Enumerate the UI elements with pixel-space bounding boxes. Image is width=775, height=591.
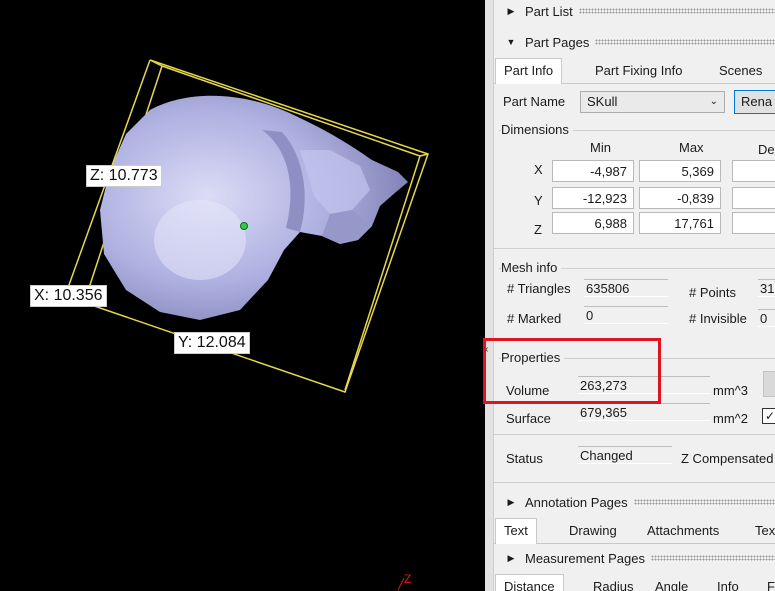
tab-part-info[interactable]: Part Info xyxy=(495,58,563,84)
dim-header-min: Min xyxy=(590,140,611,155)
tab-scenes[interactable]: Scenes xyxy=(711,59,770,83)
part-pages-title: Part Pages xyxy=(525,34,590,50)
dim-y-max: -0,839 xyxy=(639,187,721,209)
status-label: Status xyxy=(506,451,543,466)
dim-header-max: Max xyxy=(679,140,704,155)
axis-marker: Z xyxy=(404,572,411,586)
volume-action-button[interactable] xyxy=(763,371,775,397)
marked-value: 0 xyxy=(584,306,668,324)
part-list-header[interactable]: ▶ Part List xyxy=(493,0,775,22)
invisible-value: 0 xyxy=(758,309,775,327)
section-divider xyxy=(493,482,775,483)
dim-y-min: -12,923 xyxy=(552,187,634,209)
section-divider xyxy=(493,434,775,435)
dim-axis-y: Y xyxy=(534,193,543,208)
y-dimension-label: Y: 12.084 xyxy=(174,332,250,354)
dim-z-min: 6,988 xyxy=(552,212,634,234)
surface-checkbox[interactable]: ✓ xyxy=(762,408,775,424)
part-pages-tabs: Part Info Part Fixing Info Scenes xyxy=(493,58,775,84)
mesh-info-title: Mesh info xyxy=(501,260,562,275)
tab-radius[interactable]: Radius xyxy=(585,575,641,591)
chevron-down-icon: ⌄ xyxy=(709,96,718,107)
measurement-pages-tabs: Distance Radius Angle Info F xyxy=(493,574,775,591)
dim-y-delta xyxy=(732,187,775,209)
expand-arrow-icon: ▶ xyxy=(507,496,515,507)
section-divider xyxy=(493,248,775,249)
tab-attachments[interactable]: Attachments xyxy=(639,519,727,543)
x-dimension-label: X: 10.356 xyxy=(30,285,107,307)
triangles-value: 635806 xyxy=(584,279,668,297)
tab-angle[interactable]: Angle xyxy=(647,575,696,591)
points-value: 31 xyxy=(758,279,775,297)
surface-unit: mm^2 xyxy=(713,411,748,426)
status-value: Changed xyxy=(578,446,672,464)
dim-axis-x: X xyxy=(534,162,543,177)
part-list-title: Part List xyxy=(525,3,573,19)
triangles-label: # Triangles xyxy=(507,281,571,296)
marked-label: # Marked xyxy=(507,311,562,326)
dim-x-delta xyxy=(732,160,775,182)
dim-x-min: -4,987 xyxy=(552,160,634,182)
expand-arrow-icon: ▶ xyxy=(507,5,515,16)
tab-textures[interactable]: Textu xyxy=(747,519,775,543)
invisible-label: # Invisible xyxy=(689,311,747,326)
dim-z-max: 17,761 xyxy=(639,212,721,234)
part-name-value: SKull xyxy=(587,94,618,109)
volume-unit: mm^3 xyxy=(713,383,748,398)
rename-button[interactable]: Rena xyxy=(734,90,775,114)
collapse-arrow-icon: ▼ xyxy=(506,37,516,47)
measurement-pages-header[interactable]: ▶ Measurement Pages xyxy=(493,547,775,569)
z-compensated-label: Z Compensated xyxy=(681,451,774,466)
tab-distance[interactable]: Distance xyxy=(495,574,564,591)
tab-text[interactable]: Text xyxy=(495,518,537,544)
expand-arrow-icon: ▶ xyxy=(507,552,515,563)
annotation-pages-title: Annotation Pages xyxy=(525,494,628,510)
tab-drawing[interactable]: Drawing xyxy=(561,519,625,543)
surface-value: 679,365 xyxy=(578,403,710,421)
dim-header-delta: De xyxy=(758,142,775,157)
dim-x-max: 5,369 xyxy=(639,160,721,182)
annotation-pages-header[interactable]: ▶ Annotation Pages xyxy=(493,491,775,513)
properties-panel: ▶ Part List ▼ Part Pages Part Info Part … xyxy=(485,0,775,591)
center-point xyxy=(240,222,248,230)
part-name-select[interactable]: SKull ⌄ xyxy=(580,91,725,113)
tab-f[interactable]: F xyxy=(759,575,775,591)
z-dimension-label: Z: 10.773 xyxy=(86,165,162,187)
dimensions-title: Dimensions xyxy=(501,122,573,137)
skull-model xyxy=(100,95,408,320)
measurement-pages-title: Measurement Pages xyxy=(525,550,645,566)
part-name-label: Part Name xyxy=(503,94,566,109)
3d-viewport[interactable]: Z Z: 10.773 X: 10.356 Y: 12.084 xyxy=(0,0,485,591)
tab-info[interactable]: Info xyxy=(709,575,747,591)
volume-highlight-annotation xyxy=(483,338,661,404)
dim-axis-z: Z xyxy=(534,222,542,237)
tab-part-fixing-info[interactable]: Part Fixing Info xyxy=(587,59,690,83)
dim-z-delta xyxy=(732,212,775,234)
points-label: # Points xyxy=(689,285,736,300)
part-pages-header[interactable]: ▼ Part Pages xyxy=(493,31,775,53)
surface-label: Surface xyxy=(506,411,551,426)
annotation-pages-tabs: Text Drawing Attachments Textu xyxy=(493,518,775,544)
